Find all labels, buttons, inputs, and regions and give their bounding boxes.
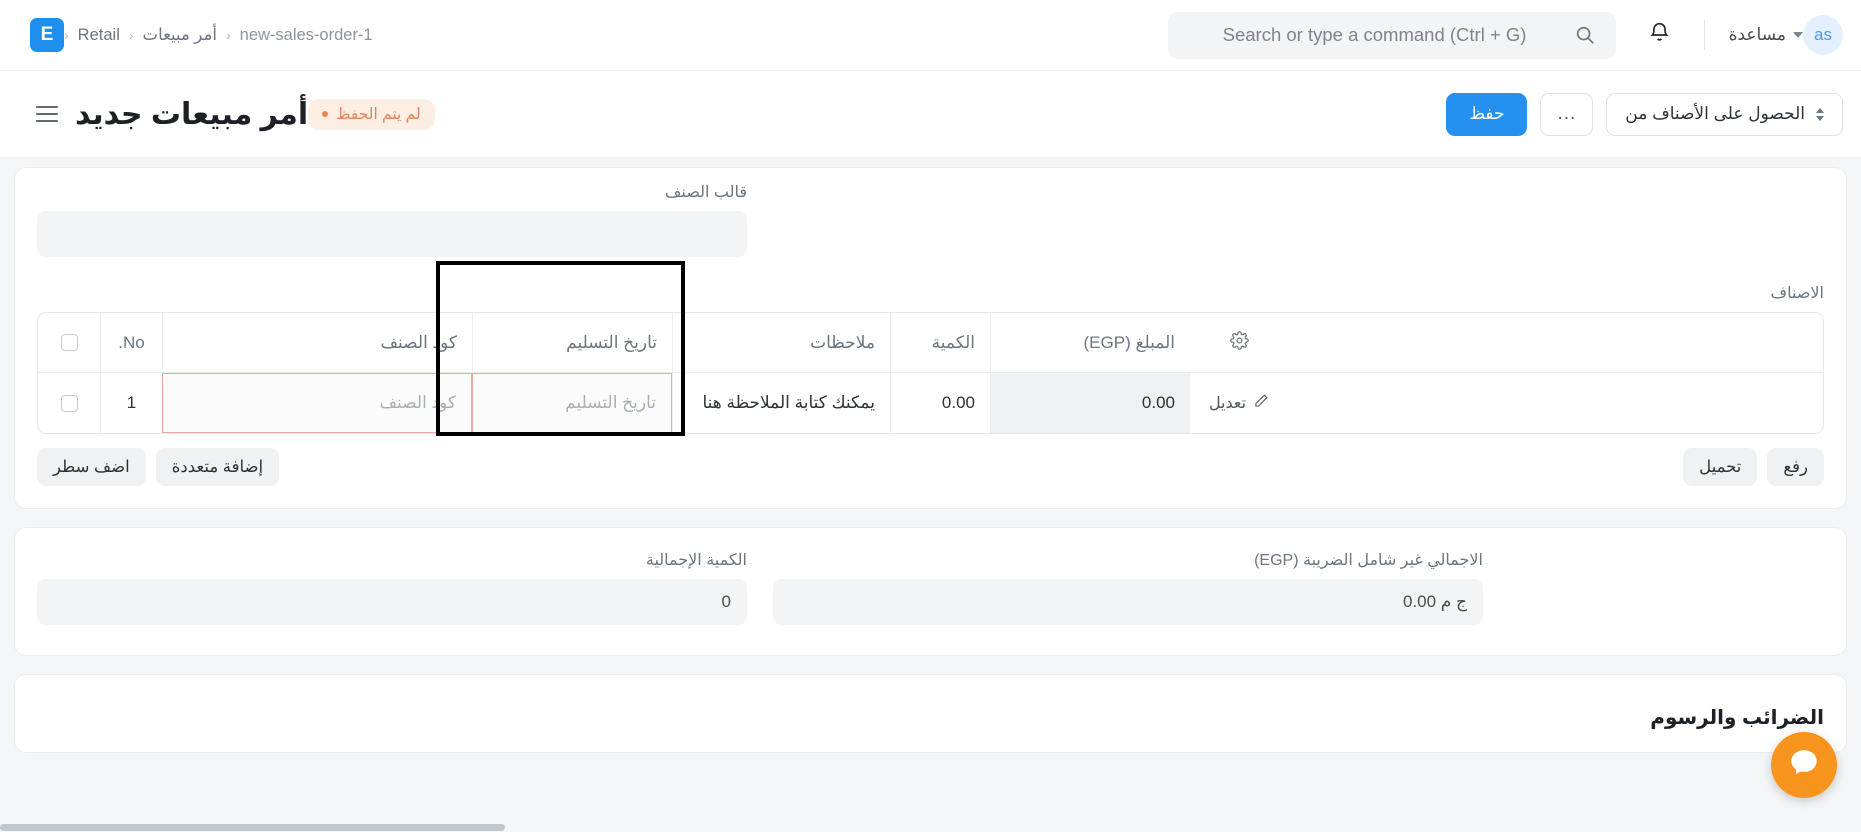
checkbox-icon xyxy=(60,394,78,412)
scrollbar-thumb[interactable] xyxy=(0,824,505,831)
row-checkbox[interactable] xyxy=(38,373,100,433)
get-items-from-label: الحصول على الأصناف من xyxy=(1625,104,1805,123)
delivery-date-input[interactable]: تاريخ التسليم xyxy=(472,373,672,433)
item-template-label: قالب الصنف xyxy=(664,184,747,201)
net-total-field: الاجمالي غير شامل الضريبة (EGP) ج م 0.00 xyxy=(773,550,1483,625)
avatar-initials: as xyxy=(1814,25,1832,44)
total-qty-label: الكمية الإجمالية xyxy=(645,552,747,569)
download-button[interactable]: تحميل xyxy=(1683,448,1758,486)
app-logo-letter: E xyxy=(40,24,54,45)
chevron-down-icon xyxy=(1793,32,1803,38)
status-dot-icon xyxy=(322,111,329,117)
qty-input[interactable]: 0.00 xyxy=(890,373,990,433)
chevron-up-down-icon xyxy=(1816,107,1824,121)
gear-icon xyxy=(1229,330,1249,355)
save-button[interactable]: حفظ xyxy=(1446,92,1528,136)
delivery-date-placeholder: تاريخ التسليم xyxy=(565,393,656,412)
grid-footer: اضف سطر إضافة متعددة تحميل رفع xyxy=(37,448,1824,486)
items-grid-label: الاصناف xyxy=(1770,285,1824,302)
select-all-checkbox[interactable] xyxy=(38,313,100,372)
page-header: أمر مبيعات جديد لم يتم الحفظ حفظ ... الح… xyxy=(0,71,1861,157)
search-icon xyxy=(1574,24,1596,46)
breadcrumb-item-retail[interactable]: Retail xyxy=(78,26,120,45)
row-edit-label: تعديل xyxy=(1208,395,1247,412)
notifications-button[interactable] xyxy=(1638,13,1682,57)
column-header-notes: ملاحظات xyxy=(672,313,890,372)
app-logo-icon[interactable]: E xyxy=(30,18,64,52)
sidebar-toggle-icon[interactable] xyxy=(36,102,58,127)
items-grid: No. كود الصنف تاريخ التسليم ملاحظات الكم… xyxy=(37,312,1824,434)
more-options-button[interactable]: ... xyxy=(1540,92,1594,136)
qty-value: 0.00 xyxy=(941,393,975,412)
grid-file-actions: تحميل رفع xyxy=(1683,448,1824,486)
breadcrumb-item-current[interactable]: new-sales-order-1 xyxy=(240,26,373,45)
breadcrumb-item-sales-order[interactable]: أمر مبيعات xyxy=(143,25,217,45)
item-code-input[interactable]: كود الصنف xyxy=(162,373,472,433)
avatar[interactable]: as xyxy=(1803,15,1843,55)
total-qty-field: الكمية الإجمالية 0 xyxy=(37,550,747,625)
items-section-card: قالب الصنف الاصناف No. كود الصنف تاريخ ا… xyxy=(14,167,1847,509)
search-input[interactable]: Search or type a command (Ctrl + G) xyxy=(1167,11,1616,59)
totals-row: الكمية الإجمالية 0 الاجمالي غير شامل الض… xyxy=(37,550,1824,625)
page-actions: حفظ ... الحصول على الأصناف من xyxy=(1446,92,1843,136)
item-template-field-wrap: قالب الصنف xyxy=(37,182,747,257)
add-row-button[interactable]: اضف سطر xyxy=(37,448,146,486)
breadcrumb-separator-2: ‹ xyxy=(225,27,231,43)
add-multiple-button[interactable]: إضافة متعددة xyxy=(155,448,280,486)
table-row: 1 كود الصنف تاريخ التسليم يمكنك كتابة ال… xyxy=(38,373,1823,433)
column-header-qty: الكمية xyxy=(890,313,990,372)
breadcrumb-separator-0: ‹ xyxy=(64,27,69,43)
bell-icon xyxy=(1647,20,1672,50)
upload-button[interactable]: رفع xyxy=(1767,448,1824,486)
column-header-no: No. xyxy=(100,313,162,372)
search-placeholder-text: Search or type a command (Ctrl + G) xyxy=(1222,24,1527,45)
item-template-input[interactable] xyxy=(37,211,747,257)
help-label: مساعدة xyxy=(1728,25,1786,44)
navbar: E ‹ Retail ‹ أمر مبيعات ‹ new-sales-orde… xyxy=(0,0,1861,71)
totals-section-card: الكمية الإجمالية 0 الاجمالي غير شامل الض… xyxy=(14,527,1847,656)
chat-widget-button[interactable] xyxy=(1771,732,1837,798)
items-grid-header-row: No. كود الصنف تاريخ التسليم ملاحظات الكم… xyxy=(38,313,1823,373)
pencil-icon xyxy=(1254,393,1269,413)
notes-input[interactable]: يمكنك كتابة الملاحظة هنا xyxy=(672,373,890,433)
amount-cell: 0.00 xyxy=(990,373,1190,433)
horizontal-scrollbar[interactable] xyxy=(0,823,1861,832)
chat-icon xyxy=(1787,746,1821,785)
column-header-amount: المبلغ (EGP) xyxy=(990,313,1190,372)
status-badge: لم يتم الحفظ xyxy=(308,98,435,130)
item-code-placeholder: كود الصنف xyxy=(379,393,456,412)
grid-settings-button[interactable] xyxy=(1190,313,1288,372)
navbar-left-group: Search or type a command (Ctrl + G) مساع… xyxy=(1140,11,1843,59)
status-badge-label: لم يتم الحفظ xyxy=(336,105,421,123)
navbar-divider xyxy=(1703,20,1705,50)
net-total-value: ج م 0.00 xyxy=(773,579,1483,625)
amount-value: 0.00 xyxy=(1141,393,1175,412)
help-menu[interactable]: مساعدة xyxy=(1729,25,1803,45)
taxes-section-title: الضرائب والرسوم xyxy=(1650,707,1824,729)
page-title: أمر مبيعات جديد xyxy=(75,97,309,131)
taxes-section-card: الضرائب والرسوم xyxy=(14,674,1847,753)
grid-add-actions: اضف سطر إضافة متعددة xyxy=(37,448,280,486)
breadcrumb: ‹ Retail ‹ أمر مبيعات ‹ new-sales-order-… xyxy=(64,25,373,45)
main-content: قالب الصنف الاصناف No. كود الصنف تاريخ ا… xyxy=(0,157,1861,832)
column-header-item-code: كود الصنف xyxy=(162,313,472,372)
notes-value: يمكنك كتابة الملاحظة هنا xyxy=(702,393,875,412)
total-qty-value: 0 xyxy=(37,579,747,625)
row-edit-button[interactable]: تعديل xyxy=(1190,373,1288,433)
column-header-delivery-date: تاريخ التسليم xyxy=(472,313,672,372)
checkbox-icon xyxy=(60,334,78,351)
breadcrumb-separator-1: ‹ xyxy=(128,27,134,43)
row-number: 1 xyxy=(100,373,162,433)
net-total-label: الاجمالي غير شامل الضريبة (EGP) xyxy=(1254,552,1483,569)
get-items-from-dropdown[interactable]: الحصول على الأصناف من xyxy=(1606,92,1843,136)
